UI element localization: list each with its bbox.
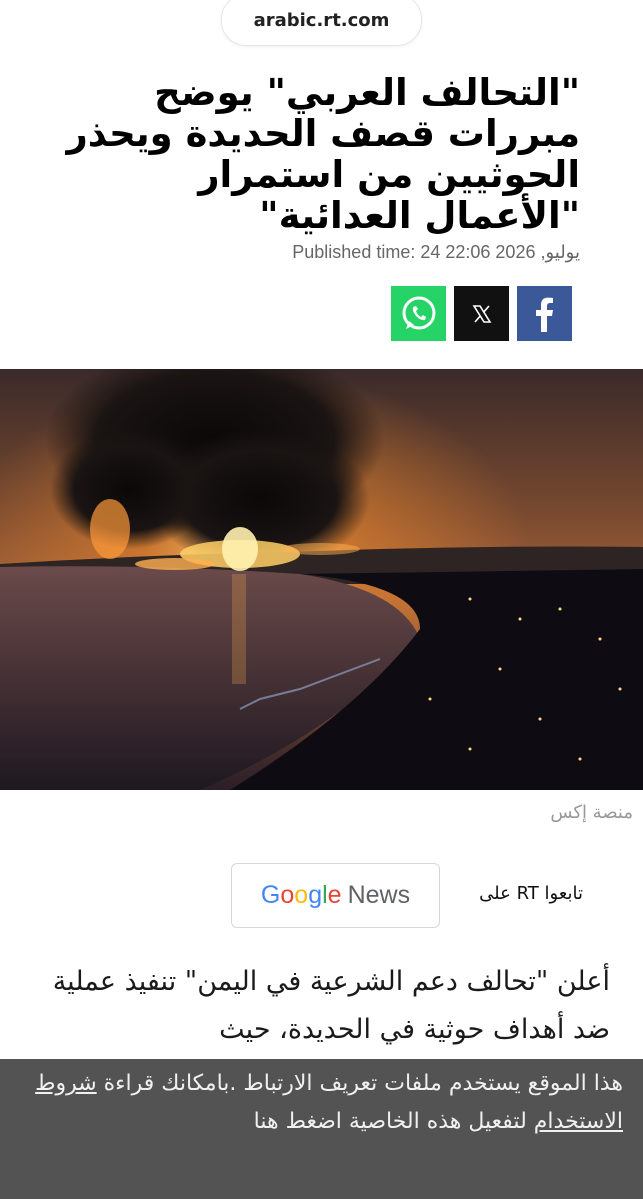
cookie-text-1: هذا الموقع يستخدم ملفات تعريف الارتباط .… <box>103 1071 623 1096</box>
article-headline: "التحالف العربي" يوضح مبررات قصف الحديدة… <box>66 71 580 237</box>
article-image <box>0 369 643 790</box>
whatsapp-share-button[interactable] <box>391 286 446 341</box>
night-fire-photo <box>0 369 643 790</box>
x-icon <box>472 304 491 323</box>
url-field[interactable]: arabic.rt.com <box>221 0 422 46</box>
x-share-button[interactable] <box>454 286 509 341</box>
follow-section: Google News تابعوا RT على <box>231 863 583 928</box>
share-bar <box>391 286 572 341</box>
google-news-label: News <box>347 881 411 909</box>
published-time: Published time: 24 يوليو, 2026 22:06 <box>292 242 580 262</box>
browser-bar: arabic.rt.com <box>0 0 643 55</box>
image-caption: منصة إكس <box>550 802 633 823</box>
follow-label: تابعوا RT على <box>479 883 583 904</box>
facebook-icon <box>535 297 553 332</box>
google-news-button[interactable]: Google News <box>231 863 440 928</box>
google-news-logo: Google <box>260 881 342 909</box>
cookie-banner[interactable]: هذا الموقع يستخدم ملفات تعريف الارتباط .… <box>0 1059 643 1199</box>
cookie-text-2[interactable]: لتفعيل هذه الخاصية اضغط هنا <box>254 1109 527 1134</box>
article-lead: أعلن "تحالف دعم الشرعية في اليمن" تنفيذ … <box>52 966 610 1045</box>
whatsapp-icon <box>402 296 435 329</box>
facebook-share-button[interactable] <box>517 286 572 341</box>
